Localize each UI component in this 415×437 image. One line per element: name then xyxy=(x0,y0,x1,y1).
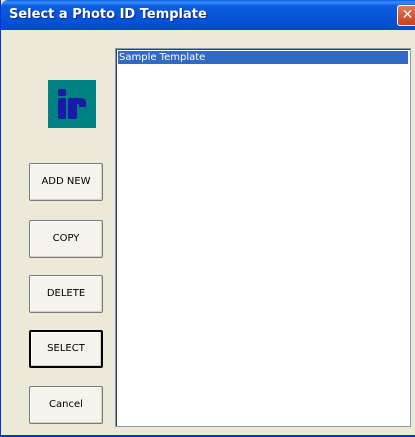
title-bar[interactable]: Select a Photo ID Template ✕ xyxy=(1,0,415,30)
close-icon[interactable]: ✕ xyxy=(397,5,415,26)
ir-logo-graphic xyxy=(48,80,96,128)
copy-button[interactable]: COPY xyxy=(29,220,103,258)
select-button[interactable]: SELECT xyxy=(29,330,103,368)
window-title: Select a Photo ID Template xyxy=(9,7,207,22)
delete-button[interactable]: DELETE xyxy=(29,275,103,313)
dialog-window: Select a Photo ID Template ✕ ADD NEW COP… xyxy=(0,0,415,437)
list-item-sample-template[interactable]: Sample Template xyxy=(118,51,408,64)
cancel-button[interactable]: Cancel xyxy=(29,386,103,424)
template-listbox[interactable]: Sample Template xyxy=(115,48,411,427)
ir-logo-icon xyxy=(48,80,96,128)
add-new-button[interactable]: ADD NEW xyxy=(29,163,103,201)
